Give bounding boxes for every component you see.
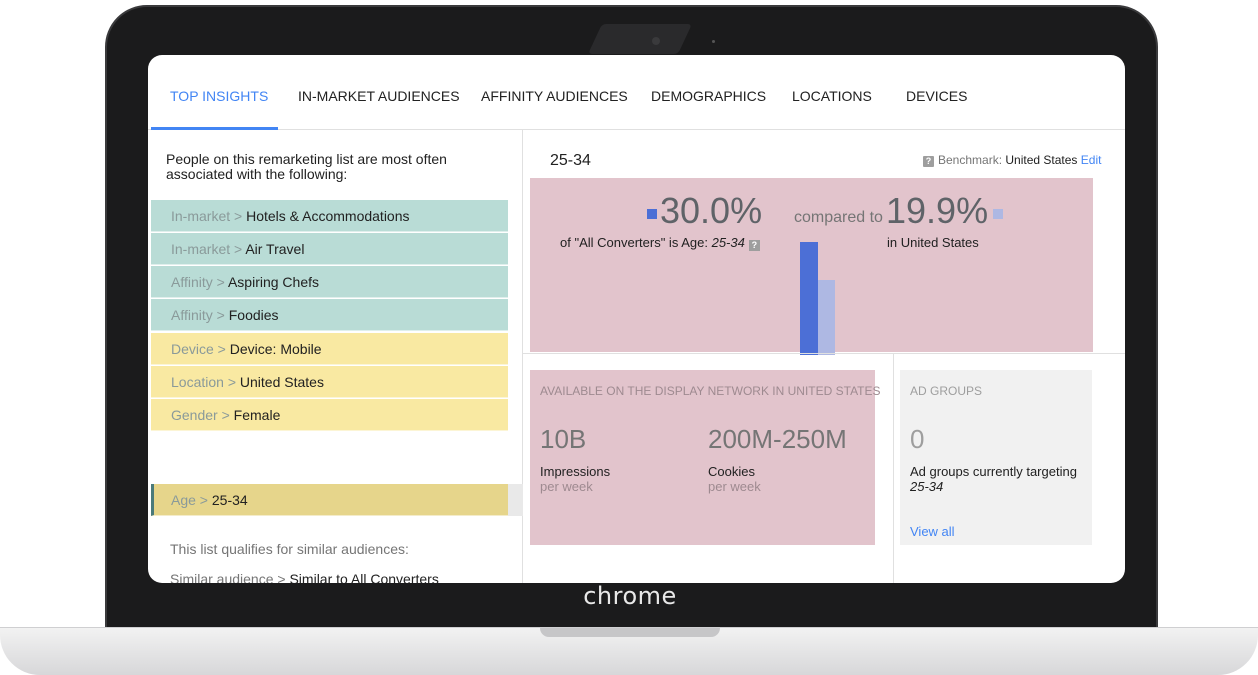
divider bbox=[893, 353, 894, 583]
tab-top-insights[interactable]: TOP INSIGHTS bbox=[170, 88, 268, 104]
insight-value: Female bbox=[233, 407, 281, 423]
primary-caption-text: of "All Converters" is Age: bbox=[560, 235, 708, 250]
insight-category: Gender bbox=[171, 407, 218, 423]
tab-demographics[interactable]: DEMOGRAPHICS bbox=[651, 88, 766, 104]
insight-value: Aspiring Chefs bbox=[227, 274, 319, 290]
screen: TOP INSIGHTS IN-MARKET AUDIENCES AFFINIT… bbox=[148, 55, 1125, 583]
impressions-label: Impressions bbox=[540, 464, 611, 479]
insight-category: Affinity bbox=[171, 274, 213, 290]
insight-value: Air Travel bbox=[245, 241, 305, 257]
camera-icon bbox=[652, 37, 660, 45]
availability-panel: AVAILABLE ON THE DISPLAY NETWORK IN UNIT… bbox=[530, 370, 881, 545]
help-icon[interactable]: ? bbox=[748, 240, 760, 251]
tab-affinity-audiences[interactable]: AFFINITY AUDIENCES bbox=[481, 88, 628, 104]
cookies-value: 200M-250M bbox=[708, 424, 847, 454]
benchmark-percentage: 19.9% bbox=[886, 190, 1004, 232]
insight-separator: > bbox=[230, 241, 246, 257]
primary-caption-age: 25-34 bbox=[711, 235, 745, 250]
insight-separator: > bbox=[212, 307, 229, 323]
insight-category: Affinity bbox=[171, 307, 213, 323]
camera-light bbox=[712, 40, 715, 43]
chrome-logo-text: chrome bbox=[583, 582, 677, 610]
insight-value: 25-34 bbox=[211, 492, 248, 508]
insight-separator: > bbox=[223, 374, 240, 390]
ad-groups-panel: AD GROUPS 0 Ad groups currently targetin… bbox=[900, 370, 1092, 545]
insight-separator: > bbox=[213, 341, 230, 357]
similar-category: Similar audience bbox=[170, 571, 274, 583]
ad-groups-description: Ad groups currently targeting 25-34 bbox=[910, 464, 1090, 494]
insight-category: Location bbox=[171, 374, 224, 390]
insight-value: Foodies bbox=[228, 307, 279, 323]
insight-row[interactable]: Gender > Female bbox=[151, 399, 508, 431]
insight-value: Hotels & Accommodations bbox=[246, 208, 410, 224]
tab-locations[interactable]: LOCATIONS bbox=[792, 88, 872, 104]
insights-intro: People on this remarketing list are most… bbox=[166, 151, 447, 182]
view-all-link[interactable]: View all bbox=[910, 524, 955, 539]
cookies-sub: per week bbox=[708, 479, 761, 494]
benchmark-country: United States bbox=[1005, 153, 1078, 167]
help-icon[interactable]: ? bbox=[923, 156, 934, 167]
benchmark-label: Benchmark: bbox=[938, 153, 1003, 167]
insight-category: In-market bbox=[171, 241, 231, 257]
insight-row[interactable]: In-market > Hotels & Accommodations bbox=[151, 200, 508, 232]
insight-value: United States bbox=[239, 374, 324, 390]
benchmark-caption: in United States bbox=[887, 235, 979, 250]
insight-row-selected[interactable]: Age > 25-34 bbox=[151, 484, 508, 516]
cookies-label: Cookies bbox=[708, 464, 755, 479]
benchmark-legend-square bbox=[993, 209, 1004, 219]
tab-in-market-audiences[interactable]: IN-MARKET AUDIENCES bbox=[298, 88, 460, 104]
insight-row[interactable]: Location > United States bbox=[151, 366, 508, 398]
primary-caption: of "All Converters" is Age: 25-34? bbox=[560, 235, 760, 251]
similar-separator: > bbox=[273, 571, 290, 583]
camera-housing bbox=[588, 24, 692, 54]
bar-all-converters bbox=[800, 242, 818, 355]
ad-groups-desc-text: Ad groups currently targeting bbox=[910, 464, 1077, 479]
selected-row-highlight bbox=[508, 484, 523, 516]
primary-percentage: 30.0% bbox=[647, 190, 762, 232]
detail-title: 25-34 bbox=[550, 152, 591, 169]
similar-audience-row[interactable]: Similar audience > Similar to All Conver… bbox=[170, 571, 439, 583]
insight-row[interactable]: Device > Device: Mobile bbox=[151, 333, 508, 365]
insight-category: Device bbox=[171, 341, 214, 357]
insight-value: Device: Mobile bbox=[229, 341, 322, 357]
impressions-value: 10B bbox=[540, 424, 587, 454]
insight-category: In-market bbox=[171, 208, 231, 224]
impressions-sub: per week bbox=[540, 479, 593, 494]
insight-separator: > bbox=[217, 407, 234, 423]
availability-title: AVAILABLE ON THE DISPLAY NETWORK IN UNIT… bbox=[540, 384, 881, 398]
tab-devices[interactable]: DEVICES bbox=[906, 88, 967, 104]
insight-separator: > bbox=[195, 492, 212, 508]
ad-groups-desc-age: 25-34 bbox=[910, 479, 944, 494]
comparison-panel: 30.0% compared to 19.9% of "All Converte… bbox=[530, 178, 1093, 355]
insight-row[interactable]: In-market > Air Travel bbox=[151, 233, 508, 265]
compared-to-label: compared to bbox=[794, 209, 883, 226]
similar-value: Similar to All Converters bbox=[289, 571, 439, 583]
similar-audiences-note: This list qualifies for similar audience… bbox=[170, 541, 409, 557]
divider bbox=[523, 353, 1125, 354]
insight-separator: > bbox=[212, 274, 228, 290]
insight-separator: > bbox=[230, 208, 247, 224]
edit-benchmark-link[interactable]: Edit bbox=[1081, 153, 1102, 167]
comparison-chart bbox=[800, 238, 840, 355]
insights-panel: People on this remarketing list are most… bbox=[148, 130, 523, 583]
primary-legend-square bbox=[647, 209, 657, 219]
laptop-notch bbox=[540, 628, 720, 637]
insight-category: Age bbox=[171, 492, 196, 508]
primary-pct-value: 30.0% bbox=[660, 190, 763, 231]
benchmark-info: ? Benchmark: United States Edit bbox=[923, 153, 1101, 167]
ad-groups-title: AD GROUPS bbox=[910, 384, 983, 398]
benchmark-pct-value: 19.9% bbox=[886, 190, 989, 231]
bar-united-states bbox=[818, 280, 835, 355]
ad-groups-count: 0 bbox=[910, 424, 925, 454]
tab-bar: TOP INSIGHTS IN-MARKET AUDIENCES AFFINIT… bbox=[148, 55, 1125, 130]
insight-row[interactable]: Affinity > Aspiring Chefs bbox=[151, 266, 508, 298]
insight-row[interactable]: Affinity > Foodies bbox=[151, 299, 508, 331]
